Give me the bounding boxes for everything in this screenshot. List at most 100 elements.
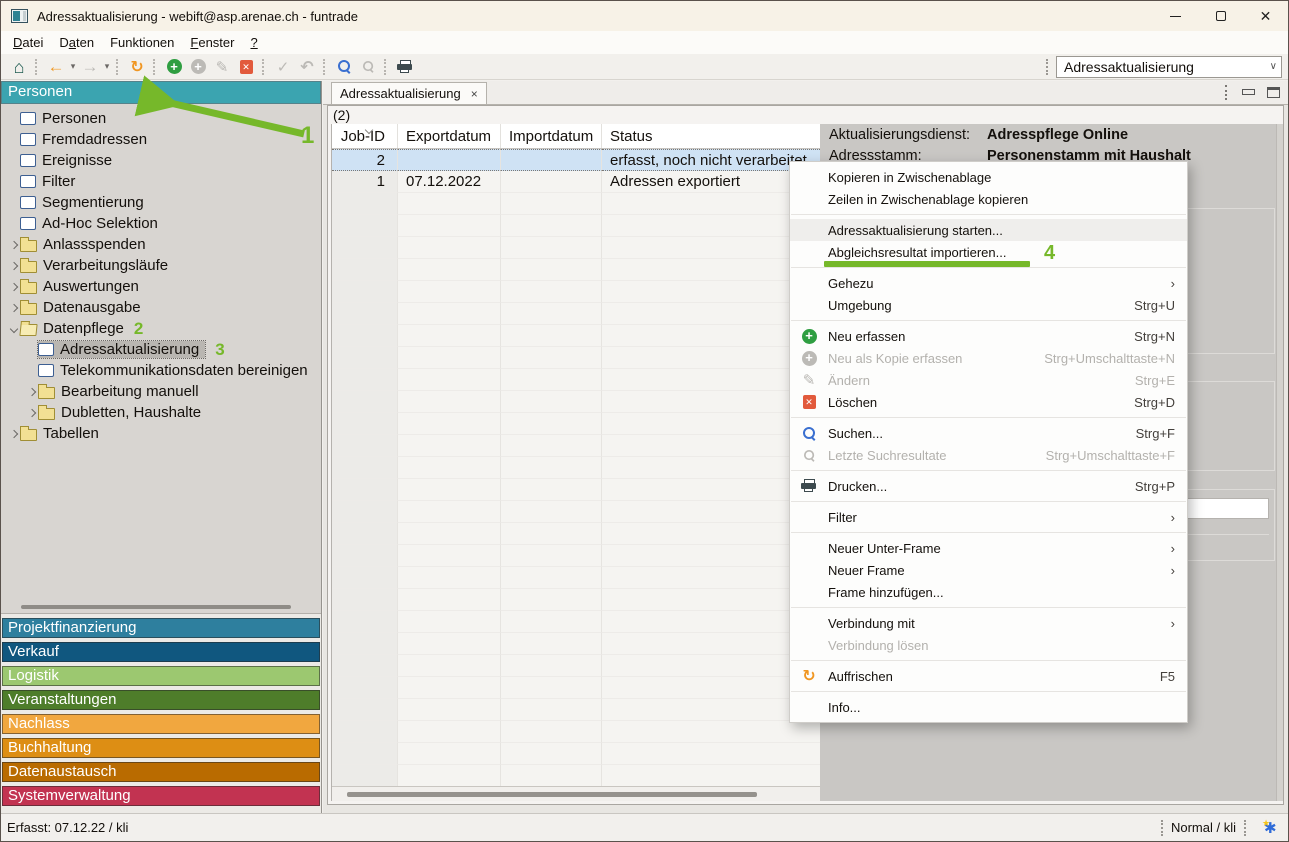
undo-button[interactable]: ↶ <box>296 56 318 78</box>
minimize-button[interactable] <box>1153 1 1198 31</box>
context-menu-item-gehezu[interactable]: Gehezu› <box>790 272 1187 294</box>
menu-fenster[interactable]: Fenster <box>182 32 242 53</box>
expander-collapsed-icon[interactable] <box>25 389 38 395</box>
context-menu-item-neuer-frame[interactable]: Neuer Frame› <box>790 559 1187 581</box>
folder-icon <box>20 240 37 252</box>
context-menu-item-suchen[interactable]: Suchen...Strg+F <box>790 422 1187 444</box>
sidebar-header-personen[interactable]: Personen <box>1 81 321 104</box>
edit-button[interactable] <box>211 56 233 78</box>
delete-button[interactable] <box>235 56 257 78</box>
tree-item-fremdadressen[interactable]: Fremdadressen <box>1 129 321 150</box>
tree-item-filter[interactable]: Filter <box>1 171 321 192</box>
confirm-button[interactable]: ✓ <box>272 56 294 78</box>
tab-adressaktualisierung[interactable]: Adressaktualisierung × <box>331 82 487 104</box>
section-verkauf[interactable]: Verkauf <box>2 642 320 662</box>
forward-history-dropdown[interactable]: ▾ <box>102 56 112 78</box>
module-combobox[interactable]: Adressaktualisierung ∨ <box>1056 56 1282 78</box>
section-projektfinanzierung[interactable]: Projektfinanzierung <box>2 618 320 638</box>
section-systemverwaltung[interactable]: Systemverwaltung <box>2 786 320 806</box>
section-datenaustausch[interactable]: Datenaustausch <box>2 762 320 782</box>
context-menu-item-neuer-unter-frame[interactable]: Neuer Unter-Frame› <box>790 537 1187 559</box>
tree-item-label: Telekommunikationsdaten bereinigen <box>60 362 308 379</box>
context-menu-item-frame-hinzufuegen[interactable]: Frame hinzufügen... <box>790 581 1187 603</box>
section-veranstaltungen[interactable]: Veranstaltungen <box>2 690 320 710</box>
expander-collapsed-icon[interactable] <box>7 284 20 290</box>
tree-item-tabellen[interactable]: Tabellen <box>1 423 321 444</box>
refresh-button[interactable] <box>126 56 148 78</box>
scrollbar-thumb[interactable] <box>347 792 757 797</box>
tab-close-icon[interactable]: × <box>471 87 478 101</box>
add-copy-icon <box>802 351 817 366</box>
section-logistik[interactable]: Logistik <box>2 666 320 686</box>
close-button[interactable]: ✕ <box>1243 1 1288 31</box>
context-menu-item-verbindung-mit[interactable]: Verbindung mit› <box>790 612 1187 634</box>
frame-minimize-icon[interactable] <box>1242 89 1255 95</box>
table-row-job-2[interactable]: 2erfasst, noch nicht verarbeitet <box>332 149 820 171</box>
context-menu-item-loeschen[interactable]: LöschenStrg+D <box>790 391 1187 413</box>
context-menu-item-umgebung[interactable]: UmgebungStrg+U <box>790 294 1187 316</box>
scrollbar-thumb[interactable] <box>21 605 291 609</box>
context-menu-item-filter[interactable]: Filter› <box>790 506 1187 528</box>
section-buchhaltung[interactable]: Buchhaltung <box>2 738 320 758</box>
jobs-table: Job-IDExportdatumImportdatumStatus 2erfa… <box>331 124 820 801</box>
expander-expanded-icon[interactable] <box>7 326 20 332</box>
forward-button[interactable]: → <box>79 56 101 78</box>
back-button[interactable]: ← <box>45 56 67 78</box>
search-button[interactable] <box>333 56 355 78</box>
context-menu-item-adressaktualisierung-starten[interactable]: Adressaktualisierung starten... <box>790 219 1187 241</box>
back-history-dropdown[interactable]: ▾ <box>68 56 78 78</box>
column-header-job-id[interactable]: Job-ID <box>332 124 398 148</box>
context-menu-item-abgleichsresultat-importieren[interactable]: Abgleichsresultat importieren...4 <box>790 241 1187 263</box>
kebab-dots-icon[interactable] <box>1225 85 1228 100</box>
tree-item-anlassspenden[interactable]: Anlassspenden <box>1 234 321 255</box>
nav-tree: PersonenFremdadressenEreignisseFilterSeg… <box>1 104 321 601</box>
expander-collapsed-icon[interactable] <box>25 410 38 416</box>
last-search-button[interactable] <box>357 56 379 78</box>
section-nachlass[interactable]: Nachlass <box>2 714 320 734</box>
menu-funktionen[interactable]: Funktionen <box>102 32 182 53</box>
menu-item[interactable]: ? <box>242 32 265 53</box>
tree-item-datenausgabe[interactable]: Datenausgabe <box>1 297 321 318</box>
expander-collapsed-icon[interactable] <box>7 431 20 437</box>
tree-item-datenpflege[interactable]: Datenpflege2 <box>1 318 321 339</box>
frame-maximize-icon[interactable] <box>1267 87 1280 98</box>
column-header-importdatum[interactable]: Importdatum <box>501 124 602 148</box>
context-menu-item-neu-erfassen[interactable]: Neu erfassenStrg+N <box>790 325 1187 347</box>
new-copy-button[interactable] <box>187 56 209 78</box>
folder-icon <box>38 387 55 399</box>
context-menu-item-drucken[interactable]: Drucken...Strg+P <box>790 475 1187 497</box>
expander-collapsed-icon[interactable] <box>7 242 20 248</box>
new-button[interactable] <box>163 56 185 78</box>
tree-item-ereignisse[interactable]: Ereignisse <box>1 150 321 171</box>
settings-gear-icon[interactable] <box>1262 819 1280 837</box>
expander-collapsed-icon[interactable] <box>7 305 20 311</box>
tree-item-adressaktualisierung[interactable]: Adressaktualisierung3 <box>1 339 321 360</box>
tree-horizontal-scrollbar[interactable] <box>1 601 321 613</box>
tree-item-personen[interactable]: Personen <box>1 108 321 129</box>
tree-item-telekommunikationsdaten-bereinigen[interactable]: Telekommunikationsdaten bereinigen <box>1 360 321 381</box>
context-menu-item-auffrischen[interactable]: AuffrischenF5 <box>790 665 1187 687</box>
details-vertical-scrollbar[interactable] <box>1276 124 1283 801</box>
menu-datei[interactable]: Datei <box>5 32 51 53</box>
tree-item-verarbeitungslaeufe[interactable]: Verarbeitungsläufe <box>1 255 321 276</box>
tree-item-segmentierung[interactable]: Segmentierung <box>1 192 321 213</box>
tree-item-label: Verarbeitungsläufe <box>43 257 168 274</box>
column-header-exportdatum[interactable]: Exportdatum <box>398 124 501 148</box>
tree-item-bearbeitung-manuell[interactable]: Bearbeitung manuell <box>1 381 321 402</box>
toolbar-drag-handle[interactable] <box>1046 59 1050 75</box>
context-menu-item-kopieren-in-zwischenablage[interactable]: Kopieren in Zwischenablage <box>790 166 1187 188</box>
tree-item-dubletten-haushalte[interactable]: Dubletten, Haushalte <box>1 402 321 423</box>
tree-item-label: Adressaktualisierung <box>60 341 199 358</box>
print-button[interactable] <box>394 56 416 78</box>
home-button[interactable]: ⌂ <box>8 56 30 78</box>
menu-daten[interactable]: Daten <box>51 32 102 53</box>
context-menu-item-info[interactable]: Info... <box>790 696 1187 718</box>
tree-item-auswertungen[interactable]: Auswertungen <box>1 276 321 297</box>
table-horizontal-scrollbar[interactable] <box>332 786 820 801</box>
expander-collapsed-icon[interactable] <box>7 263 20 269</box>
maximize-button[interactable] <box>1198 1 1243 31</box>
column-header-status[interactable]: Status <box>602 124 820 148</box>
table-row-job-1[interactable]: 107.12.2022Adressen exportiert <box>332 171 820 193</box>
context-menu-item-zeilen-in-zwischenablage-kopieren[interactable]: Zeilen in Zwischenablage kopieren <box>790 188 1187 210</box>
tree-item-ad-hoc-selektion[interactable]: Ad-Hoc Selektion <box>1 213 321 234</box>
